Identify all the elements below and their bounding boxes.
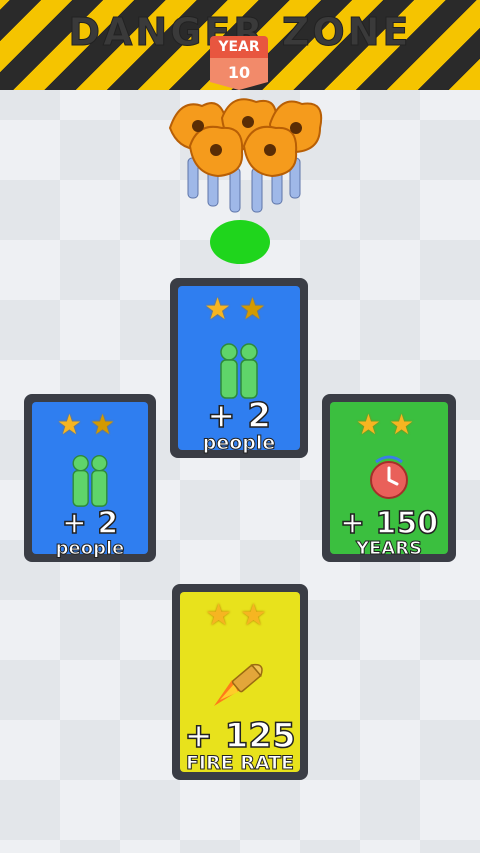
card-label: FIRE RATE (185, 752, 295, 775)
star-icon: ★ (205, 598, 240, 633)
card-amount: + 125 (184, 715, 297, 757)
star-icon: ★ (355, 408, 389, 441)
gate-card-bottom[interactable]: ★★ + 125 FIRE RATE (172, 584, 308, 780)
star-icon: ★ (56, 408, 90, 441)
star-icon: ★ (240, 598, 275, 633)
enemy-crowd (168, 98, 323, 213)
card-amount: + 2 (206, 395, 271, 437)
card-stars: ★★ (32, 408, 148, 441)
card-stars: ★★ (330, 408, 448, 441)
card-stars: ★★ (178, 292, 300, 327)
card-label: YEARS (355, 538, 423, 560)
card-amount: + 2 (61, 505, 119, 542)
card-amount: + 150 (339, 505, 439, 542)
star-icon: ★ (90, 408, 124, 441)
card-face: ★★ + 2 people (32, 402, 148, 560)
clock-icon (370, 455, 408, 499)
card-stars: ★★ (180, 598, 300, 633)
gate-card-left[interactable]: ★★ + 2 people (24, 394, 156, 562)
year-label: YEAR (210, 36, 268, 58)
people-icon (220, 343, 258, 399)
year-badge: YEAR 10 (210, 36, 268, 92)
star-icon: ★ (389, 408, 423, 441)
card-face: ★★ + 2 people (178, 286, 300, 455)
bullet-icon (214, 663, 263, 706)
card-face: ★★ + 125 FIRE RATE (180, 592, 300, 775)
star-icon: ★ (204, 292, 239, 327)
card-label: people (55, 538, 125, 560)
gate-card-right[interactable]: ★★ + 150 YEARS (322, 394, 456, 562)
player-start-circle (210, 220, 270, 264)
card-face: ★★ + 150 YEARS (330, 402, 448, 560)
star-icon: ★ (239, 292, 274, 327)
card-label: people (202, 432, 276, 455)
gate-card-top[interactable]: ★★ + 2 people (170, 278, 308, 458)
year-value: 10 (210, 58, 268, 90)
people-icon (72, 455, 108, 507)
